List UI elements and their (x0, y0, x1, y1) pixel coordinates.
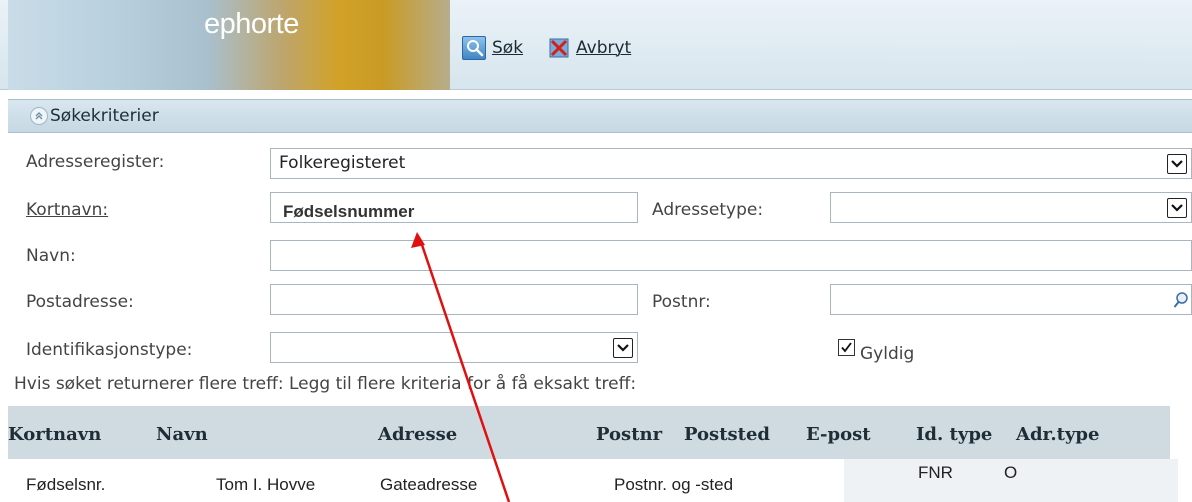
adressetype-label: Adressetype: (652, 200, 764, 220)
kortnavn-label-text: Kortnavn: (26, 200, 109, 220)
column-header-idtype[interactable]: Id. type (916, 424, 992, 445)
column-header-postnr[interactable]: Postnr (596, 424, 662, 445)
cancel-button[interactable]: Avbryt (548, 36, 631, 60)
search-form: Adresseregister: Folkeregisteret Kortnav… (8, 134, 1192, 403)
column-header-kortnavn[interactable]: Kortnavn (8, 424, 101, 445)
column-header-adresse[interactable]: Adresse (378, 424, 457, 445)
cell-adrtype: O (1004, 463, 1018, 482)
search-criteria-header[interactable]: Søkekriterier (8, 99, 1192, 133)
adresseregister-value: Folkeregisteret (279, 153, 406, 173)
column-header-adrtype[interactable]: Adr.type (1016, 424, 1099, 445)
navn-input[interactable] (270, 240, 1192, 271)
identifikasjonstype-select[interactable] (270, 332, 638, 363)
section-title: Søkekriterier (50, 106, 159, 126)
table-row[interactable]: Fødselsnr. Tom I. Hovve Gateadresse Post… (8, 459, 1192, 502)
search-button-label: Søk (492, 38, 524, 58)
search-hint: Hvis søket returnerer flere treff: Legg … (14, 374, 637, 394)
cancel-icon (548, 37, 570, 59)
postadresse-input[interactable] (270, 284, 638, 315)
adresseregister-label: Adresseregister: (26, 152, 165, 172)
cell-poststed: Postnr. og -sted (614, 475, 734, 494)
gyldig-label: Gyldig (860, 344, 915, 364)
cell-navn: Tom I. Hovve (216, 475, 316, 494)
lookup-search-icon[interactable] (1173, 291, 1189, 313)
column-header-poststed[interactable]: Poststed (684, 424, 770, 445)
cell-idtype: FNR (918, 463, 953, 482)
identifikasjonstype-label: Identifikasjonstype: (26, 340, 193, 360)
kortnavn-annotation-label: Fødselsnummer (283, 202, 415, 221)
cell-kortnavn: Fødselsnr. (26, 475, 106, 494)
kortnavn-input[interactable]: Fødselsnummer (270, 192, 638, 223)
postnr-label: Postnr: (652, 292, 711, 312)
search-button[interactable]: Søk (462, 36, 523, 60)
cancel-button-label: Avbryt (576, 38, 632, 58)
kortnavn-label: Kortnavn: (26, 200, 108, 220)
checkmark-icon (841, 342, 852, 353)
results-header: Kortnavn Navn Adresse Postnr Poststed E-… (8, 406, 1170, 459)
ephorte-logo: ephorte (8, 0, 450, 90)
chevron-down-icon[interactable] (1167, 198, 1187, 218)
postadresse-label: Postadresse: (26, 292, 134, 312)
navn-label: Navn: (26, 246, 76, 266)
chevron-down-icon[interactable] (1167, 154, 1187, 174)
results-header-spacer (1170, 406, 1192, 459)
logo-text: ephorte (204, 8, 299, 40)
adressetype-select[interactable] (830, 192, 1192, 223)
column-header-navn[interactable]: Navn (156, 424, 208, 445)
postnr-input[interactable] (830, 284, 1192, 315)
collapse-chevron-icon[interactable] (30, 107, 48, 125)
column-header-epost[interactable]: E-post (806, 424, 871, 445)
search-icon (462, 36, 486, 60)
gyldig-checkbox[interactable] (838, 339, 855, 356)
cell-adresse: Gateadresse (380, 475, 478, 494)
toolbar: ephorte Søk Avbryt (0, 0, 1192, 90)
adresseregister-select[interactable]: Folkeregisteret (270, 148, 1192, 179)
chevron-down-icon[interactable] (613, 338, 633, 358)
